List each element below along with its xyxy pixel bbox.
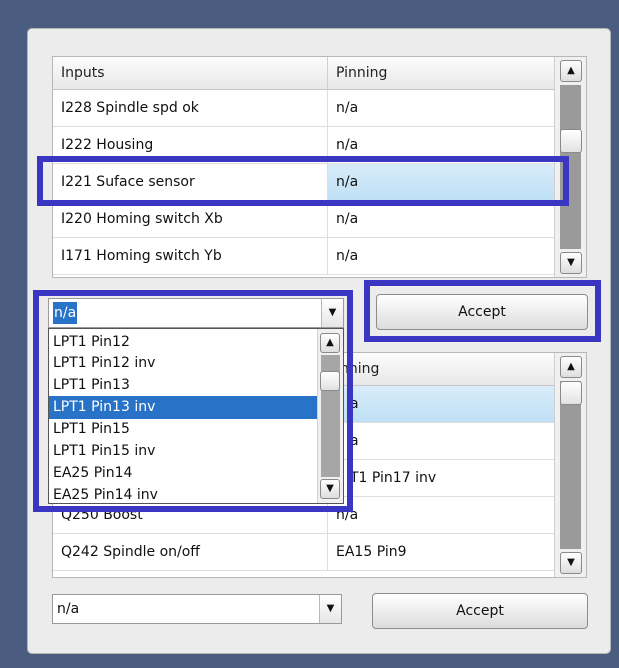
pinning-cell: a: [327, 423, 556, 459]
inputs-scrollbar[interactable]: ▲ ▼: [554, 57, 586, 277]
outputs-scrollbar[interactable]: ▲ ▼: [554, 353, 586, 577]
dropdown-option[interactable]: LPT1 Pin12 inv: [49, 352, 317, 375]
accept-button-bottom[interactable]: Accept: [372, 593, 588, 629]
pinning-cell-selected: a: [327, 386, 556, 422]
input-name-cell: I228 Spindle spd ok: [61, 100, 199, 116]
column-header-pinning[interactable]: Pinning: [327, 57, 556, 90]
pinning-cell: n/a: [327, 497, 556, 533]
pinning-cell: T1 Pin17 inv: [327, 460, 556, 496]
chevron-down-icon[interactable]: ▼: [319, 595, 341, 623]
table-row[interactable]: I222 Housing n/a: [53, 127, 556, 164]
scroll-up-arrow-icon[interactable]: ▲: [320, 333, 340, 353]
table-row-selected[interactable]: I221 Suface sensor n/a: [53, 164, 556, 201]
pinning-select-bottom[interactable]: n/a ▼: [52, 594, 342, 624]
scrollbar-thumb[interactable]: [560, 381, 582, 405]
dropdown-option[interactable]: LPT1 Pin15 inv: [49, 440, 317, 463]
scrollbar-track[interactable]: [560, 85, 581, 249]
inputs-table-header: Inputs Pinning: [53, 57, 556, 90]
input-name-cell: I171 Homing switch Yb: [61, 248, 222, 264]
scroll-up-arrow-icon[interactable]: ▲: [560, 356, 582, 378]
dropdown-option-selected[interactable]: LPT1 Pin13 inv: [49, 396, 317, 419]
pinning-select-value[interactable]: n/a: [53, 302, 78, 324]
inputs-table: Inputs Pinning I228 Spindle spd ok n/a I…: [52, 56, 587, 278]
pinning-cell: n/a: [327, 201, 556, 237]
table-row[interactable]: I171 Homing switch Yb n/a: [53, 238, 556, 275]
column-header-pinning[interactable]: nning: [327, 353, 556, 386]
table-row[interactable]: I228 Spindle spd ok n/a: [53, 90, 556, 127]
pinning-cell: n/a: [327, 238, 556, 274]
chevron-down-icon[interactable]: ▼: [321, 299, 343, 327]
input-name-cell: I220 Homing switch Xb: [61, 211, 223, 227]
scroll-down-arrow-icon[interactable]: ▼: [320, 479, 340, 499]
pinning-select-value[interactable]: n/a: [57, 595, 79, 623]
output-name-cell: Q242 Spindle on/off: [61, 544, 200, 560]
pinning-select[interactable]: n/a ▼: [48, 298, 344, 328]
dropdown-option[interactable]: LPT1 Pin13: [49, 374, 317, 397]
dropdown-scrollbar[interactable]: ▲ ▼: [317, 329, 343, 503]
column-header-inputs[interactable]: Inputs: [53, 57, 327, 90]
scroll-up-arrow-icon[interactable]: ▲: [560, 60, 582, 82]
dropdown-option[interactable]: LPT1 Pin12: [49, 331, 317, 354]
table-row[interactable]: I220 Homing switch Xb n/a: [53, 201, 556, 238]
scrollbar-thumb[interactable]: [320, 371, 340, 391]
pinning-cell: n/a: [327, 127, 556, 163]
pinning-cell-selected: n/a: [327, 164, 556, 200]
scrollbar-track[interactable]: [560, 381, 581, 549]
pinning-dropdown-list[interactable]: LPT1 Pin12 LPT1 Pin12 inv LPT1 Pin13 LPT…: [48, 328, 344, 504]
dropdown-option[interactable]: EA25 Pin14 inv: [49, 484, 317, 503]
table-row[interactable]: Q242 Spindle on/off EA15 Pin9: [53, 534, 556, 571]
dropdown-option[interactable]: EA25 Pin14: [49, 462, 317, 485]
pinning-cell: n/a: [327, 90, 556, 126]
scroll-down-arrow-icon[interactable]: ▼: [560, 552, 582, 574]
scrollbar-thumb[interactable]: [560, 129, 582, 153]
scroll-down-arrow-icon[interactable]: ▼: [560, 252, 582, 274]
dropdown-option[interactable]: LPT1 Pin15: [49, 418, 317, 441]
input-name-cell: I221 Suface sensor: [61, 174, 195, 190]
input-name-cell: I222 Housing: [61, 137, 154, 153]
pinning-cell: EA15 Pin9: [327, 534, 556, 570]
accept-button[interactable]: Accept: [376, 294, 588, 330]
